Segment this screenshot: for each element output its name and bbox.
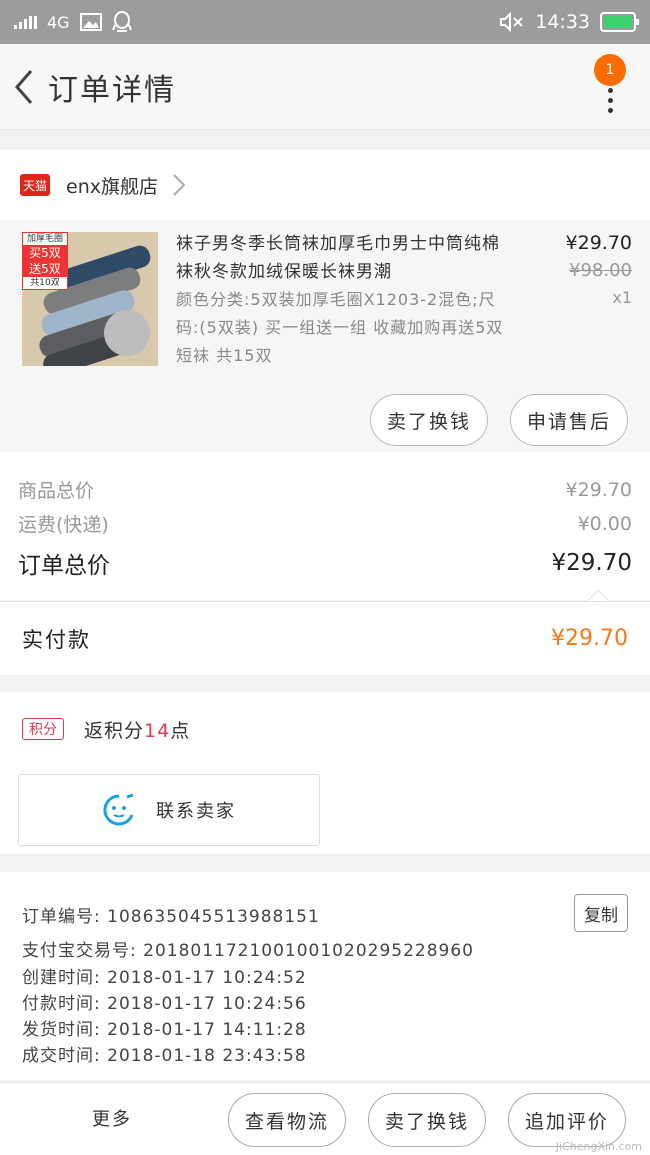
order-number: 订单编号: 108635045513988151 — [22, 907, 320, 927]
points-tag: 积分 — [22, 718, 64, 740]
contact-seller-button[interactable]: 联系卖家 — [18, 774, 320, 846]
shipping-value: ¥0.00 — [577, 512, 632, 535]
paid-label: 实付款 — [22, 627, 91, 652]
order-item[interactable]: 加厚毛圈 买5双 送5双 共10双 袜子男冬季长筒袜加厚毛巾男士中筒纯棉袜秋冬款… — [0, 220, 650, 452]
order-total-value: ¥29.70 — [551, 550, 632, 576]
goods-total-value: ¥29.70 — [565, 478, 632, 501]
image-icon — [79, 13, 102, 31]
more-vertical-icon — [608, 88, 614, 118]
screen: 4G 14:33 订单详情 1 天猫 enx旗舰店 加厚毛圈 买5双 送5双 共… — [0, 0, 650, 1155]
order-total-label: 订单总价 — [18, 553, 110, 579]
clock: 14:33 — [535, 11, 590, 33]
price-summary: 商品总价 ¥29.70 运费(快递) ¥0.00 订单总价 ¥29.70 — [0, 452, 650, 600]
paid-row: 实付款 ¥29.70 — [0, 601, 650, 675]
goods-total-row: 商品总价 ¥29.70 — [18, 476, 632, 503]
points-text: 返积分14点 — [84, 720, 191, 742]
product-price: ¥29.70 — [565, 232, 632, 254]
add-review-button[interactable]: 追加评价 — [508, 1093, 626, 1147]
sell-again-button[interactable]: 卖了换钱 — [368, 1093, 486, 1147]
more-menu-button[interactable]: 1 — [594, 54, 630, 114]
battery-icon — [600, 12, 639, 32]
chevron-right-icon — [173, 174, 186, 196]
copy-button[interactable]: 复制 — [574, 894, 628, 932]
product-title: 袜子男冬季长筒袜加厚毛巾男士中筒纯棉袜秋冬款加绒保暖长袜男潮 — [176, 234, 500, 282]
tmall-logo: 天猫 — [20, 174, 50, 196]
sell-button[interactable]: 卖了换钱 — [370, 394, 488, 446]
product-thumbnail[interactable]: 加厚毛圈 买5双 送5双 共10双 — [22, 232, 158, 366]
notification-badge: 1 — [594, 54, 626, 86]
original-price: ¥98.00 — [569, 260, 632, 281]
more-button[interactable]: 更多 — [92, 1105, 132, 1131]
promo-tag: 加厚毛圈 买5双 送5双 共10双 — [22, 232, 68, 290]
order-info: 订单编号: 108635045513988151 复制 支付宝交易号: 2018… — [0, 872, 650, 1080]
goods-total-label: 商品总价 — [18, 480, 95, 502]
nav-bar: 订单详情 1 — [0, 44, 650, 130]
paid-time: 付款时间: 2018-01-17 10:24:56 — [22, 994, 307, 1014]
shop-row[interactable]: 天猫 enx旗舰店 — [0, 150, 650, 220]
shop-name: enx旗舰店 — [66, 175, 158, 198]
points-value: 14 — [144, 720, 171, 742]
watermark: JiChengXin.com — [555, 1140, 642, 1153]
shipping-label: 运费(快递) — [18, 514, 109, 536]
alipay-number: 支付宝交易号: 2018011721001001020295228960 — [22, 941, 474, 961]
points-section: 积分 返积分14点 联系卖家 — [0, 692, 650, 854]
chevron-left-icon — [15, 69, 33, 104]
contact-seller-label: 联系卖家 — [156, 801, 236, 822]
chat-icon — [103, 793, 134, 826]
status-bar: 4G 14:33 — [0, 0, 650, 44]
completed-time: 成交时间: 2018-01-18 23:43:58 — [22, 1046, 307, 1066]
network-label: 4G — [47, 12, 70, 32]
signal-icon — [14, 15, 37, 29]
shipping-row: 运费(快递) ¥0.00 — [18, 510, 632, 537]
order-total-row: 订单总价 ¥29.70 — [18, 546, 632, 580]
paid-amount: ¥29.70 — [551, 626, 628, 651]
product-sku: 颜色分类:5双装加厚毛圈X1203-2混色;尺码:(5双装) 买一组送一组 收藏… — [176, 290, 504, 365]
qq-icon — [111, 11, 132, 32]
quantity: x1 — [612, 288, 632, 307]
created-time: 创建时间: 2018-01-17 10:24:52 — [22, 968, 307, 988]
view-logistics-button[interactable]: 查看物流 — [228, 1093, 346, 1147]
after-sale-button[interactable]: 申请售后 — [510, 394, 628, 446]
back-button[interactable] — [2, 57, 46, 117]
bottom-action-bar: 更多 查看物流 卖了换钱 追加评价 JiChengXin.com — [0, 1082, 650, 1155]
mute-icon — [500, 12, 523, 32]
page-title: 订单详情 — [48, 72, 176, 108]
shipped-time: 发货时间: 2018-01-17 14:11:28 — [22, 1020, 307, 1040]
